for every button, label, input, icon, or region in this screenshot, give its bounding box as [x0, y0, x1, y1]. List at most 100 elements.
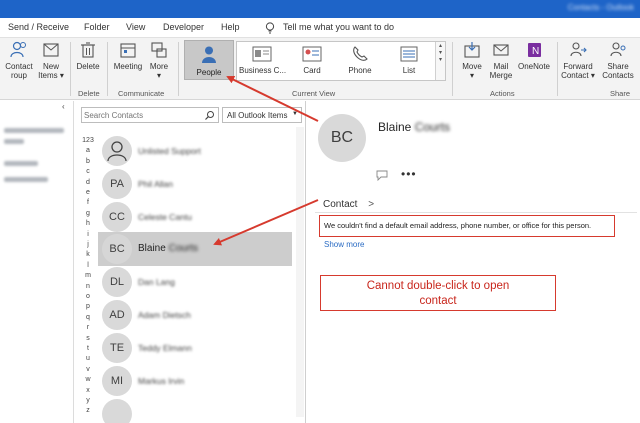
alphabet-index-letter[interactable]: t	[82, 345, 94, 352]
onenote-button[interactable]: N OneNote	[516, 40, 552, 71]
contact-row[interactable]: DL Dan Lang	[98, 265, 292, 299]
more-options-icon[interactable]: •••	[401, 167, 417, 181]
alphabet-index-letter[interactable]: w	[82, 376, 94, 383]
mail-merge-button[interactable]: Mail Merge	[487, 40, 515, 80]
contact-name: Blaine Courts	[138, 243, 198, 254]
collapse-pane-icon[interactable]: ‹	[62, 102, 65, 111]
alphabet-index-letter[interactable]: y	[82, 397, 94, 404]
list-scrollbar[interactable]	[296, 127, 304, 417]
folder-item-blurred[interactable]	[4, 177, 48, 182]
search-icon[interactable]	[204, 110, 215, 121]
alphabet-index-letter[interactable]: h	[82, 220, 94, 227]
alphabet-index-letter[interactable]: 123	[82, 137, 94, 144]
onenote-icon: N	[528, 43, 541, 57]
chat-bubble-icon[interactable]	[376, 170, 388, 181]
tab-send-receive[interactable]: Send / Receive	[8, 22, 69, 32]
people-view-button[interactable]: People	[184, 40, 234, 80]
avatar: DL	[102, 267, 132, 297]
new-label: New	[42, 62, 59, 71]
contact-row-selected[interactable]: BC Blaine Courts	[98, 232, 292, 266]
contact-last-name-blurred: Courts	[414, 120, 451, 134]
alphabet-index-letter[interactable]: z	[82, 407, 94, 414]
contact-name: Phil Allan	[138, 179, 173, 189]
folder-item-blurred[interactable]	[4, 128, 64, 133]
list-label: List	[402, 66, 416, 75]
search-scope-dropdown[interactable]: All Outlook Items ▼	[222, 107, 302, 123]
lightbulb-icon	[265, 22, 275, 34]
window-title-blurred: Contacts - Outlook	[567, 3, 634, 12]
alphabet-index-letter[interactable]: m	[82, 272, 94, 279]
contact-section-tab[interactable]: Contact >	[323, 199, 374, 210]
annotation-line-1: Cannot double-click to open	[366, 280, 510, 292]
alphabet-index-letter[interactable]: d	[82, 179, 94, 186]
alphabet-index-letter[interactable]: c	[82, 168, 94, 175]
tab-help[interactable]: Help	[221, 22, 240, 32]
alphabet-index-letter[interactable]: v	[82, 366, 94, 373]
alphabet-index-letter[interactable]: k	[82, 251, 94, 258]
share-contacts-button[interactable]: Share Contacts	[598, 40, 638, 80]
people-icon	[202, 46, 216, 63]
alphabet-index-letter[interactable]: u	[82, 355, 94, 362]
more-button[interactable]: More ▾	[146, 40, 172, 80]
alphabet-index-letter[interactable]: b	[82, 158, 94, 165]
calendar-icon	[120, 43, 136, 58]
delete-button[interactable]: Delete	[74, 40, 102, 71]
onenote-label: OneNote	[517, 62, 551, 71]
contact-row[interactable]: Unlisted Support	[98, 134, 292, 168]
new-items-button[interactable]: New Items ▾	[36, 40, 66, 80]
alphabet-index-letter[interactable]: j	[82, 241, 94, 248]
alphabet-index-letter[interactable]: r	[82, 324, 94, 331]
new-contact-button[interactable]: Contact roup	[2, 40, 36, 80]
alphabet-index-letter[interactable]: x	[82, 387, 94, 394]
ribbon-separator	[107, 42, 108, 96]
tab-developer[interactable]: Developer	[163, 22, 204, 32]
group-label-fragment: roup	[10, 71, 27, 80]
folder-pane: ‹	[0, 101, 74, 423]
alphabet-index-letter[interactable]: g	[82, 210, 94, 217]
show-more-link[interactable]: Show more	[324, 240, 364, 249]
contact-full-name: Blaine Courts	[378, 120, 450, 134]
alphabet-index-letter[interactable]: i	[82, 231, 94, 238]
contact-row[interactable]: MI Markus Irvin	[98, 364, 292, 398]
ribbon-separator	[178, 42, 179, 96]
list-view-button[interactable]: List	[391, 45, 427, 75]
alphabet-index-letter[interactable]: n	[82, 283, 94, 290]
tell-me-search[interactable]: Tell me what you want to do	[283, 22, 394, 32]
contact-row[interactable]: CC Celeste Cantu	[98, 200, 292, 234]
contact-row[interactable]: PA Phil Allan	[98, 167, 292, 201]
move-icon	[464, 42, 480, 58]
gallery-scroll[interactable]: ▴ ▾ ▾	[435, 42, 445, 80]
group-actions-label: Actions	[490, 89, 515, 98]
alphabet-index-letter[interactable]: a	[82, 147, 94, 154]
annotation-callout: Cannot double-click to open contact	[320, 275, 556, 311]
card-view-button[interactable]: Card	[295, 45, 329, 75]
tab-view[interactable]: View	[126, 22, 145, 32]
alphabet-index-letter[interactable]: o	[82, 293, 94, 300]
contact-row[interactable]: AD Adam Dietsch	[98, 298, 292, 332]
alphabet-index-letter[interactable]: f	[82, 199, 94, 206]
mail-merge-icon	[493, 44, 509, 56]
forward-label: Forward	[563, 62, 593, 71]
business-card-view-button[interactable]: Business C...	[239, 45, 286, 75]
alphabet-index-letter[interactable]: e	[82, 189, 94, 196]
alphabet-index-letter[interactable]: l	[82, 262, 94, 269]
contact-row[interactable]: TE Teddy Elmann	[98, 331, 292, 365]
contact-row[interactable]	[98, 397, 292, 423]
contact-section-label: Contact	[323, 199, 358, 210]
forward-contact-button[interactable]: Forward Contact ▾	[560, 40, 596, 80]
avatar: AD	[102, 300, 132, 330]
move-button[interactable]: Move ▾	[459, 40, 485, 80]
alphabet-index-letter[interactable]: p	[82, 303, 94, 310]
search-scope-value: All Outlook Items	[227, 111, 288, 120]
alphabet-index-letter[interactable]: s	[82, 335, 94, 342]
search-input[interactable]	[84, 109, 202, 121]
alphabet-index-letter[interactable]: q	[82, 314, 94, 321]
group-share-label: Share	[610, 89, 631, 98]
folder-item-blurred[interactable]	[4, 139, 24, 144]
items-label: Items	[38, 71, 58, 80]
phone-view-button[interactable]: Phone	[341, 45, 379, 75]
contact-name: Unlisted Support	[138, 146, 201, 156]
folder-item-blurred[interactable]	[4, 161, 38, 166]
meeting-button[interactable]: Meeting	[111, 40, 145, 71]
tab-folder[interactable]: Folder	[84, 22, 110, 32]
